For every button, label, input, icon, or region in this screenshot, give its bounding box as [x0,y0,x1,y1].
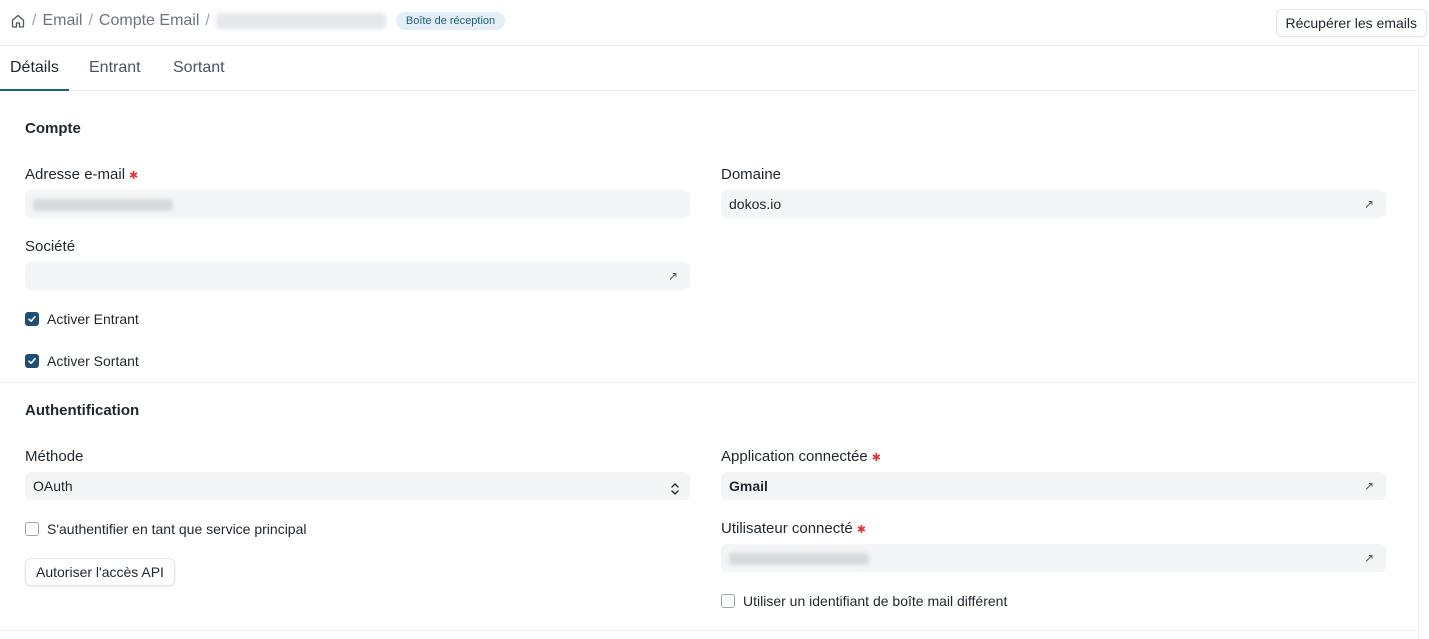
different-login-label: Utiliser un identifiant de boîte mail di… [743,593,1008,609]
select-chevron-icon [670,478,680,506]
breadcrumb-separator: / [88,12,93,29]
connected-user-label: Utilisateur connecté ✱ [721,520,866,537]
sidebar-divider [1418,46,1419,639]
domain-value: dokos.io [729,196,782,212]
connected-user-label-text: Utilisateur connecté [721,520,853,537]
breadcrumb: / Email / Compte Email / Boîte de récept… [10,12,506,30]
email-label-text: Adresse e-mail [25,166,126,183]
authorize-api-button[interactable]: Autoriser l'accès API [25,558,175,586]
email-label: Adresse e-mail ✱ [25,166,138,183]
open-link-icon[interactable]: ↗ [1364,544,1374,572]
breadcrumb-separator: / [205,12,210,29]
service-principal-label: S'authentifier en tant que service princ… [47,521,307,537]
required-marker: ✱ [871,452,881,464]
checkbox-checked-icon[interactable] [25,354,39,368]
service-principal-checkbox-row[interactable]: S'authentifier en tant que service princ… [25,521,307,537]
tab-outgoing[interactable]: Sortant [173,46,225,90]
tab-incoming[interactable]: Entrant [89,46,141,90]
enable-outgoing-checkbox-row[interactable]: Activer Sortant [25,353,139,369]
email-value-redacted [33,199,173,212]
required-marker: ✱ [856,524,866,536]
company-label: Société [25,238,76,255]
enable-incoming-checkbox-row[interactable]: Activer Entrant [25,311,139,327]
open-link-icon[interactable]: ↗ [1364,472,1374,500]
connected-app-field[interactable]: Gmail ↗ [721,472,1386,500]
status-badge: Boîte de réception [395,12,506,30]
tab-details[interactable]: Détails [0,46,69,91]
section-divider [0,382,1418,383]
open-link-icon[interactable]: ↗ [1364,190,1374,218]
page-header: / Email / Compte Email / Boîte de récept… [0,0,1429,46]
home-icon[interactable] [10,13,26,29]
connected-user-field[interactable]: ↗ [721,544,1386,572]
different-login-checkbox-row[interactable]: Utiliser un identifiant de boîte mail di… [721,593,1007,609]
domain-field[interactable]: dokos.io ↗ [721,190,1386,218]
connected-user-value-redacted [729,553,869,566]
section-title-account: Compte [25,120,81,137]
checkbox-unchecked-icon[interactable] [721,594,735,608]
checkbox-unchecked-icon[interactable] [25,522,39,536]
connected-app-label: Application connectée ✱ [721,448,881,465]
record-name-redacted [215,13,386,29]
method-select[interactable]: OAuth [25,472,690,500]
domain-label: Domaine [721,166,782,183]
enable-incoming-label: Activer Entrant [47,311,139,327]
connected-app-value: Gmail [729,478,768,494]
breadcrumb-separator: / [32,12,37,29]
open-link-icon[interactable]: ↗ [668,262,678,290]
tab-bar: Détails Entrant Sortant [0,46,1418,91]
required-marker: ✱ [129,170,139,182]
section-divider [0,630,1418,631]
fetch-emails-button[interactable]: Récupérer les emails [1275,9,1427,37]
breadcrumb-email[interactable]: Email [42,12,82,30]
email-field[interactable] [25,190,690,218]
connected-app-label-text: Application connectée [721,448,868,465]
company-field[interactable]: ↗ [25,262,690,290]
section-title-auth: Authentification [25,402,140,419]
enable-outgoing-label: Activer Sortant [47,353,139,369]
breadcrumb-email-account[interactable]: Compte Email [99,12,199,30]
checkbox-checked-icon[interactable] [25,312,39,326]
method-label: Méthode [25,448,84,465]
method-value: OAuth [33,478,73,494]
